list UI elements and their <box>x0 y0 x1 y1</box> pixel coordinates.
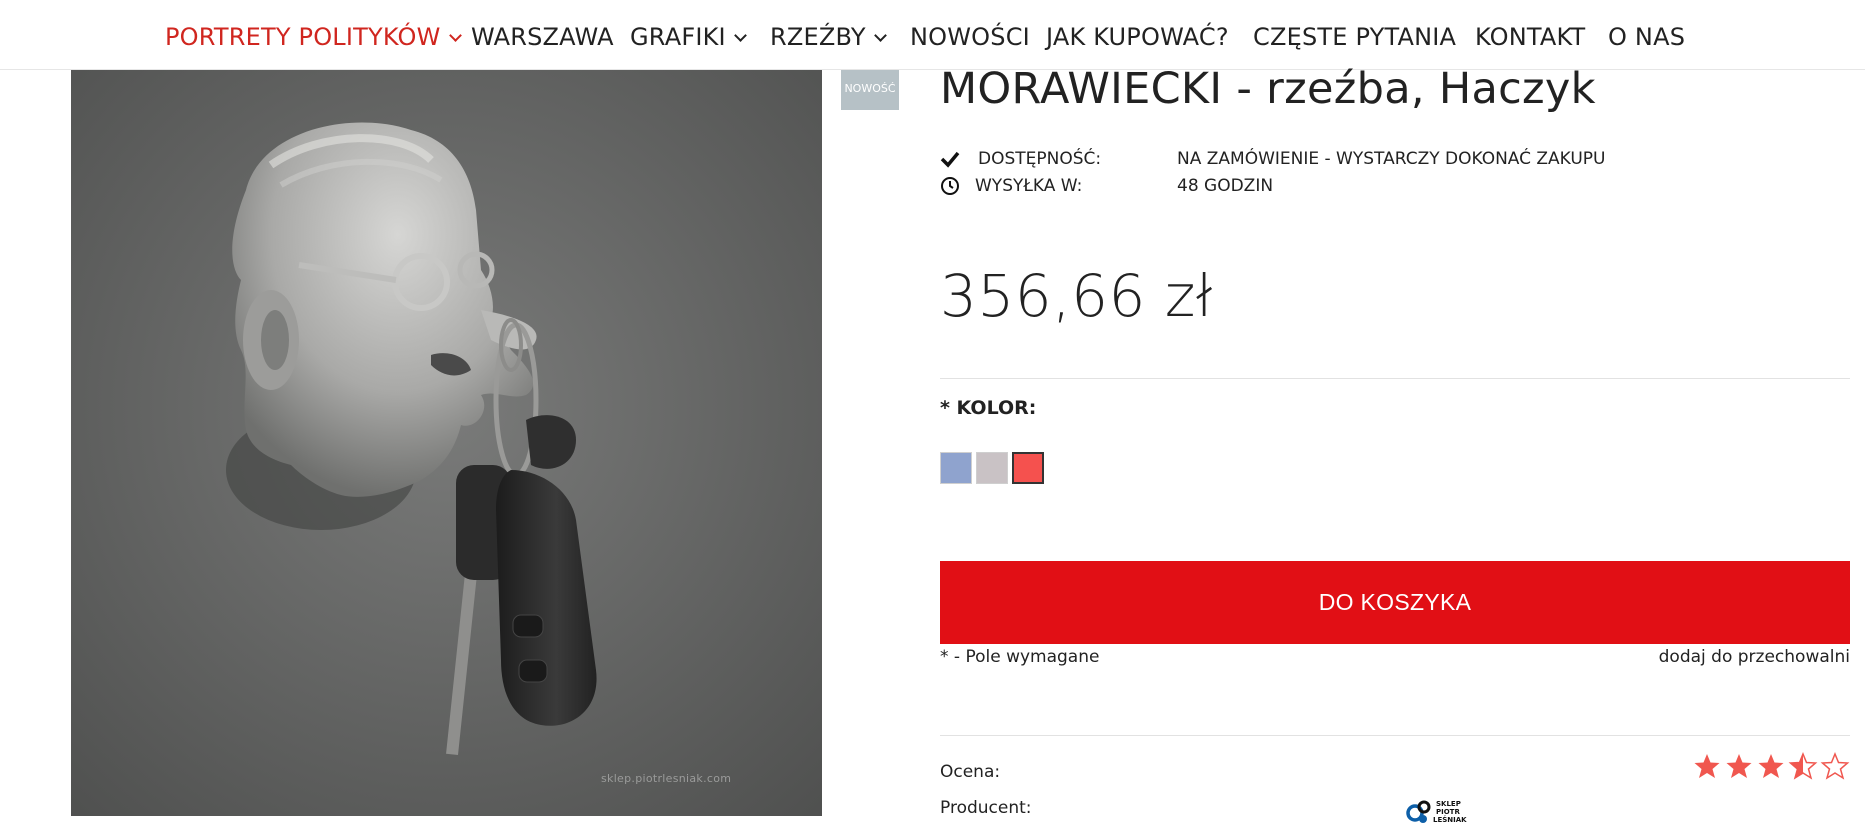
star-icon <box>1726 754 1752 778</box>
shipping-label: WYSYŁKA W: <box>975 176 1083 196</box>
add-to-cart-button[interactable]: DO KOSZYKA <box>940 561 1850 644</box>
availability-label: DOSTĘPNOŚĆ: <box>978 149 1102 169</box>
shipping-value: 48 GODZIN <box>1177 176 1274 196</box>
new-badge: NOWOŚĆ <box>841 70 899 110</box>
rating-label: Ocena: <box>940 762 1001 782</box>
nav-item-label: CZĘSTE PYTANIA <box>1253 23 1457 51</box>
nav-item-o-nas[interactable]: O NAS <box>1608 20 1685 54</box>
nav-item-portrety-politykow[interactable]: PORTRETY POLITYKÓW <box>165 20 462 54</box>
producer-logo-line-3: LEŚNIAK <box>1433 815 1467 824</box>
nav-item-kontakt[interactable]: KONTAKT <box>1475 20 1585 54</box>
nav-item-jak-kupowac[interactable]: JAK KUPOWAĆ? <box>1046 20 1229 54</box>
chevron-down-icon <box>873 29 887 42</box>
color-option-label: * KOLOR: <box>940 397 1037 419</box>
nav-item-rzezby[interactable]: RZEŹBY <box>770 20 887 54</box>
nav-item-label: KONTAKT <box>1475 23 1586 51</box>
nav-item-grafiki[interactable]: GRAFIKI <box>630 20 747 54</box>
chevron-down-icon <box>733 29 747 42</box>
chevron-down-icon <box>448 29 462 42</box>
color-swatch-red[interactable] <box>1012 452 1044 484</box>
nav-item-label: WARSZAWA <box>471 23 614 51</box>
nav-item-warszawa[interactable]: WARSZAWA <box>471 20 614 54</box>
nav-item-label: O NAS <box>1608 23 1686 51</box>
availability-value: NA ZAMÓWIENIE - WYSTARCZY DOKONAĆ ZAKUPU <box>1177 149 1606 169</box>
main-navigation: PORTRETY POLITYKÓW WARSZAWA GRAFIKI RZEŹ… <box>0 0 1865 70</box>
nav-item-label: RZEŹBY <box>770 23 866 51</box>
color-swatch-grey[interactable] <box>976 452 1008 484</box>
nav-item-nowosci[interactable]: NOWOŚCI <box>910 20 1030 54</box>
nav-item-label: JAK KUPOWAĆ? <box>1046 23 1229 51</box>
nav-item-label: GRAFIKI <box>630 23 726 51</box>
product-price: 356,66 zł <box>940 262 1213 330</box>
color-swatch-blue[interactable] <box>940 452 972 484</box>
nav-item-label: PORTRETY POLITYKÓW <box>165 23 441 51</box>
product-image[interactable]: sklep.piotrlesniak.com <box>71 70 822 816</box>
star-icon <box>1758 754 1784 778</box>
star-icon <box>1694 754 1720 778</box>
check-icon <box>940 149 960 174</box>
divider <box>940 378 1850 379</box>
producer-label: Producent: <box>940 798 1032 818</box>
producer-logo-line-1: SKLEP <box>1436 800 1461 808</box>
empty-star-icon <box>1821 753 1849 779</box>
producer-logo-line-2: PIOTR <box>1436 808 1460 816</box>
producer-logo[interactable]: SKLEP PIOTR LEŚNIAK <box>1406 797 1480 827</box>
add-to-wishlist-link[interactable]: dodaj do przechowalni <box>1659 647 1850 667</box>
required-fields-note: * - Pole wymagane <box>940 647 1100 667</box>
product-title: MORAWIECKI - rzeźba, Haczyk <box>940 64 1596 114</box>
clock-icon <box>940 176 960 201</box>
half-star-icon <box>1789 753 1817 779</box>
nav-item-label: NOWOŚCI <box>910 23 1030 51</box>
rating-stars[interactable] <box>1693 752 1853 782</box>
nav-item-czeste-pytania[interactable]: CZĘSTE PYTANIA <box>1253 20 1456 54</box>
image-watermark: sklep.piotrlesniak.com <box>601 772 732 785</box>
divider <box>940 735 1850 736</box>
